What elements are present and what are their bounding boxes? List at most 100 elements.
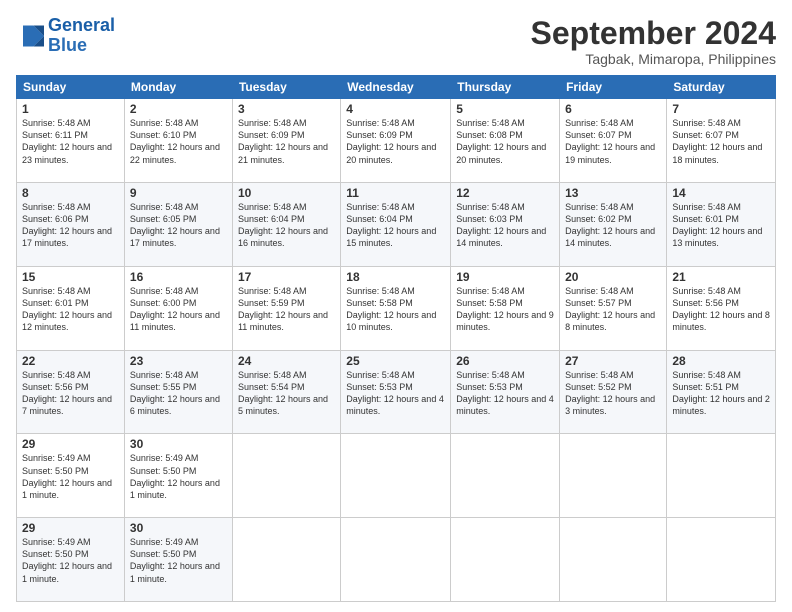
day-detail: Sunrise: 5:48 AM Sunset: 6:11 PM Dayligh…	[22, 117, 119, 166]
day-detail: Sunrise: 5:49 AM Sunset: 5:50 PM Dayligh…	[130, 452, 227, 501]
header: General Blue September 2024 Tagbak, Mima…	[16, 16, 776, 67]
table-cell: 15 Sunrise: 5:48 AM Sunset: 6:01 PM Dayl…	[17, 266, 125, 350]
day-detail: Sunrise: 5:48 AM Sunset: 6:10 PM Dayligh…	[130, 117, 227, 166]
day-number: 12	[456, 186, 554, 200]
table-cell: 29 Sunrise: 5:49 AM Sunset: 5:50 PM Dayl…	[17, 434, 125, 518]
table-cell: 2 Sunrise: 5:48 AM Sunset: 6:10 PM Dayli…	[124, 99, 232, 183]
table-cell	[667, 434, 776, 518]
day-number: 26	[456, 354, 554, 368]
table-cell: 29 Sunrise: 5:49 AM Sunset: 5:50 PM Dayl…	[17, 518, 125, 602]
day-number: 8	[22, 186, 119, 200]
day-detail: Sunrise: 5:48 AM Sunset: 5:58 PM Dayligh…	[456, 285, 554, 334]
calendar-table: Sunday Monday Tuesday Wednesday Thursday…	[16, 75, 776, 602]
day-number: 20	[565, 270, 661, 284]
table-cell: 17 Sunrise: 5:48 AM Sunset: 5:59 PM Dayl…	[232, 266, 340, 350]
table-cell: 4 Sunrise: 5:48 AM Sunset: 6:09 PM Dayli…	[341, 99, 451, 183]
day-detail: Sunrise: 5:48 AM Sunset: 6:01 PM Dayligh…	[22, 285, 119, 334]
day-number: 23	[130, 354, 227, 368]
header-monday: Monday	[124, 76, 232, 99]
table-cell	[341, 434, 451, 518]
day-detail: Sunrise: 5:48 AM Sunset: 6:00 PM Dayligh…	[130, 285, 227, 334]
day-detail: Sunrise: 5:48 AM Sunset: 5:51 PM Dayligh…	[672, 369, 770, 418]
day-detail: Sunrise: 5:48 AM Sunset: 6:04 PM Dayligh…	[238, 201, 335, 250]
day-detail: Sunrise: 5:48 AM Sunset: 5:57 PM Dayligh…	[565, 285, 661, 334]
day-detail: Sunrise: 5:48 AM Sunset: 5:53 PM Dayligh…	[456, 369, 554, 418]
table-cell	[451, 434, 560, 518]
table-cell: 13 Sunrise: 5:48 AM Sunset: 6:02 PM Dayl…	[560, 182, 667, 266]
day-detail: Sunrise: 5:48 AM Sunset: 5:59 PM Dayligh…	[238, 285, 335, 334]
day-detail: Sunrise: 5:48 AM Sunset: 5:54 PM Dayligh…	[238, 369, 335, 418]
week-row: 1 Sunrise: 5:48 AM Sunset: 6:11 PM Dayli…	[17, 99, 776, 183]
day-detail: Sunrise: 5:48 AM Sunset: 6:06 PM Dayligh…	[22, 201, 119, 250]
day-detail: Sunrise: 5:49 AM Sunset: 5:50 PM Dayligh…	[22, 452, 119, 501]
day-detail: Sunrise: 5:48 AM Sunset: 5:52 PM Dayligh…	[565, 369, 661, 418]
header-saturday: Saturday	[667, 76, 776, 99]
table-cell: 1 Sunrise: 5:48 AM Sunset: 6:11 PM Dayli…	[17, 99, 125, 183]
table-cell	[232, 434, 340, 518]
day-detail: Sunrise: 5:48 AM Sunset: 6:05 PM Dayligh…	[130, 201, 227, 250]
table-cell: 8 Sunrise: 5:48 AM Sunset: 6:06 PM Dayli…	[17, 182, 125, 266]
table-cell	[667, 518, 776, 602]
day-detail: Sunrise: 5:48 AM Sunset: 6:07 PM Dayligh…	[565, 117, 661, 166]
day-number: 11	[346, 186, 445, 200]
table-cell: 3 Sunrise: 5:48 AM Sunset: 6:09 PM Dayli…	[232, 99, 340, 183]
table-cell: 9 Sunrise: 5:48 AM Sunset: 6:05 PM Dayli…	[124, 182, 232, 266]
table-cell	[341, 518, 451, 602]
day-number: 19	[456, 270, 554, 284]
table-cell: 24 Sunrise: 5:48 AM Sunset: 5:54 PM Dayl…	[232, 350, 340, 434]
table-cell: 19 Sunrise: 5:48 AM Sunset: 5:58 PM Dayl…	[451, 266, 560, 350]
day-number: 25	[346, 354, 445, 368]
table-cell: 6 Sunrise: 5:48 AM Sunset: 6:07 PM Dayli…	[560, 99, 667, 183]
logo-icon	[16, 22, 44, 50]
day-detail: Sunrise: 5:48 AM Sunset: 5:55 PM Dayligh…	[130, 369, 227, 418]
day-detail: Sunrise: 5:48 AM Sunset: 5:53 PM Dayligh…	[346, 369, 445, 418]
day-detail: Sunrise: 5:48 AM Sunset: 6:02 PM Dayligh…	[565, 201, 661, 250]
day-detail: Sunrise: 5:48 AM Sunset: 6:04 PM Dayligh…	[346, 201, 445, 250]
logo-text: General Blue	[48, 16, 115, 56]
day-number: 7	[672, 102, 770, 116]
day-detail: Sunrise: 5:48 AM Sunset: 5:56 PM Dayligh…	[22, 369, 119, 418]
week-row: 22 Sunrise: 5:48 AM Sunset: 5:56 PM Dayl…	[17, 350, 776, 434]
logo: General Blue	[16, 16, 115, 56]
day-detail: Sunrise: 5:48 AM Sunset: 6:03 PM Dayligh…	[456, 201, 554, 250]
day-number: 4	[346, 102, 445, 116]
table-cell: 25 Sunrise: 5:48 AM Sunset: 5:53 PM Dayl…	[341, 350, 451, 434]
table-cell: 5 Sunrise: 5:48 AM Sunset: 6:08 PM Dayli…	[451, 99, 560, 183]
day-number: 17	[238, 270, 335, 284]
week-row: 29 Sunrise: 5:49 AM Sunset: 5:50 PM Dayl…	[17, 434, 776, 518]
header-sunday: Sunday	[17, 76, 125, 99]
table-cell: 10 Sunrise: 5:48 AM Sunset: 6:04 PM Dayl…	[232, 182, 340, 266]
week-row: 15 Sunrise: 5:48 AM Sunset: 6:01 PM Dayl…	[17, 266, 776, 350]
table-cell: 16 Sunrise: 5:48 AM Sunset: 6:00 PM Dayl…	[124, 266, 232, 350]
table-cell: 12 Sunrise: 5:48 AM Sunset: 6:03 PM Dayl…	[451, 182, 560, 266]
day-number: 10	[238, 186, 335, 200]
day-number: 5	[456, 102, 554, 116]
month-title: September 2024	[531, 16, 776, 51]
table-cell: 26 Sunrise: 5:48 AM Sunset: 5:53 PM Dayl…	[451, 350, 560, 434]
table-cell: 21 Sunrise: 5:48 AM Sunset: 5:56 PM Dayl…	[667, 266, 776, 350]
table-cell	[560, 434, 667, 518]
day-detail: Sunrise: 5:48 AM Sunset: 5:56 PM Dayligh…	[672, 285, 770, 334]
day-number: 13	[565, 186, 661, 200]
day-number: 21	[672, 270, 770, 284]
table-cell: 30 Sunrise: 5:49 AM Sunset: 5:50 PM Dayl…	[124, 434, 232, 518]
header-wednesday: Wednesday	[341, 76, 451, 99]
week-row: 8 Sunrise: 5:48 AM Sunset: 6:06 PM Dayli…	[17, 182, 776, 266]
title-block: September 2024 Tagbak, Mimaropa, Philipp…	[531, 16, 776, 67]
day-number: 2	[130, 102, 227, 116]
table-cell: 14 Sunrise: 5:48 AM Sunset: 6:01 PM Dayl…	[667, 182, 776, 266]
page: General Blue September 2024 Tagbak, Mima…	[0, 0, 792, 612]
day-detail: Sunrise: 5:48 AM Sunset: 6:07 PM Dayligh…	[672, 117, 770, 166]
table-cell	[560, 518, 667, 602]
day-detail: Sunrise: 5:49 AM Sunset: 5:50 PM Dayligh…	[22, 536, 119, 585]
day-number: 14	[672, 186, 770, 200]
week-row: 29 Sunrise: 5:49 AM Sunset: 5:50 PM Dayl…	[17, 518, 776, 602]
day-detail: Sunrise: 5:48 AM Sunset: 6:09 PM Dayligh…	[346, 117, 445, 166]
table-cell: 23 Sunrise: 5:48 AM Sunset: 5:55 PM Dayl…	[124, 350, 232, 434]
table-cell: 27 Sunrise: 5:48 AM Sunset: 5:52 PM Dayl…	[560, 350, 667, 434]
day-number: 30	[130, 521, 227, 535]
header-friday: Friday	[560, 76, 667, 99]
day-number: 1	[22, 102, 119, 116]
day-detail: Sunrise: 5:48 AM Sunset: 6:08 PM Dayligh…	[456, 117, 554, 166]
day-detail: Sunrise: 5:49 AM Sunset: 5:50 PM Dayligh…	[130, 536, 227, 585]
